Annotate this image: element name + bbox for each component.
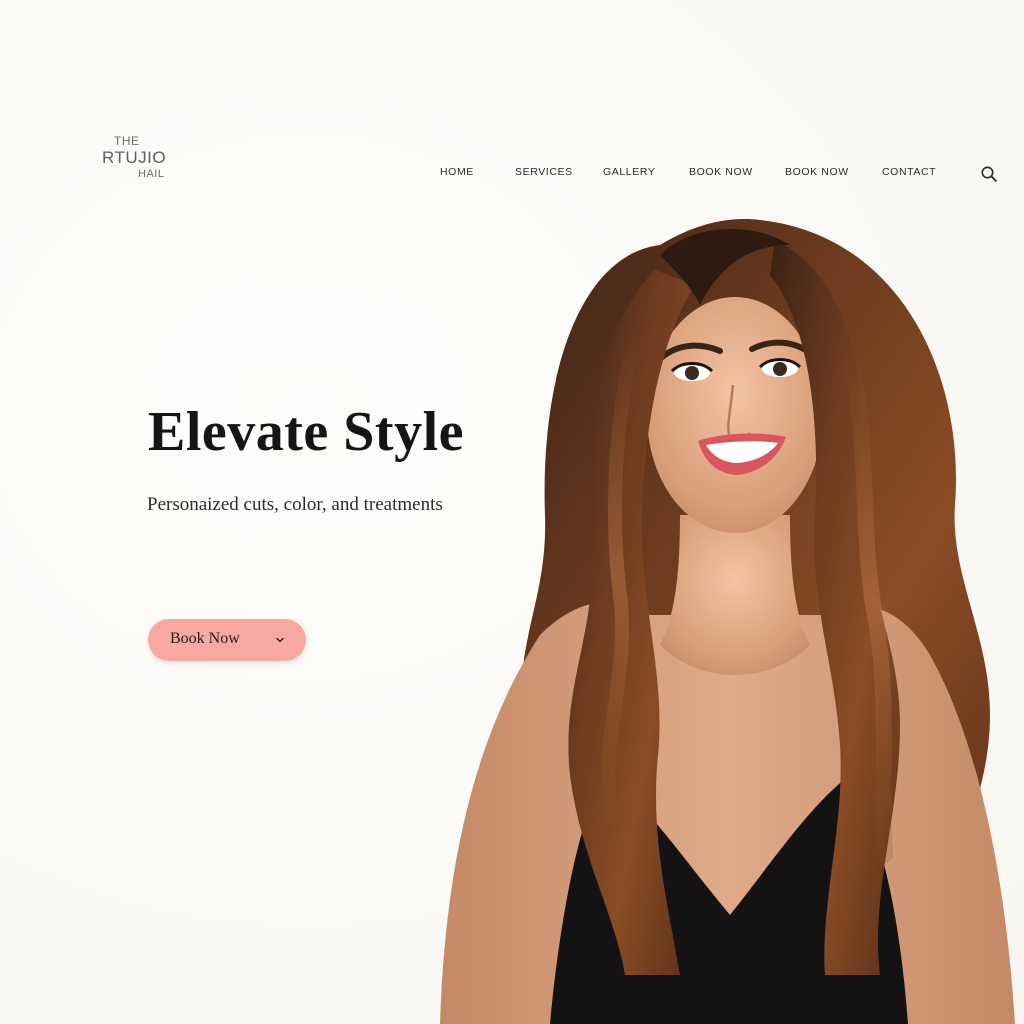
model-portrait (440, 219, 1015, 1024)
landing-page: THE RTUJIO HAIL HOME SERVICES GALLERY BO… (0, 0, 1024, 1024)
logo-line-3: HAIL (138, 168, 165, 180)
nav-book-now-2[interactable]: BOOK NOW (785, 166, 849, 178)
studio-logo[interactable]: THE RTUJIO HAIL (98, 130, 182, 186)
hero-subtitle: Personaized cuts, color, and treatments (147, 494, 443, 515)
logo-line-1: THE (114, 134, 140, 148)
nav-book-now[interactable]: BOOK NOW (689, 166, 753, 178)
book-now-label: Book Now (170, 630, 240, 647)
hero-title: Elevate Style (148, 401, 464, 463)
nav-home[interactable]: HOME (440, 166, 474, 178)
nav-gallery[interactable]: GALLERY (603, 166, 655, 178)
nav-services[interactable]: SERVICES (515, 166, 573, 178)
chevron-down-icon[interactable] (274, 634, 286, 646)
nav-contact[interactable]: CONTACT (882, 166, 936, 178)
search-icon[interactable] (980, 165, 998, 183)
logo-line-2: RTUJIO (102, 148, 167, 167)
